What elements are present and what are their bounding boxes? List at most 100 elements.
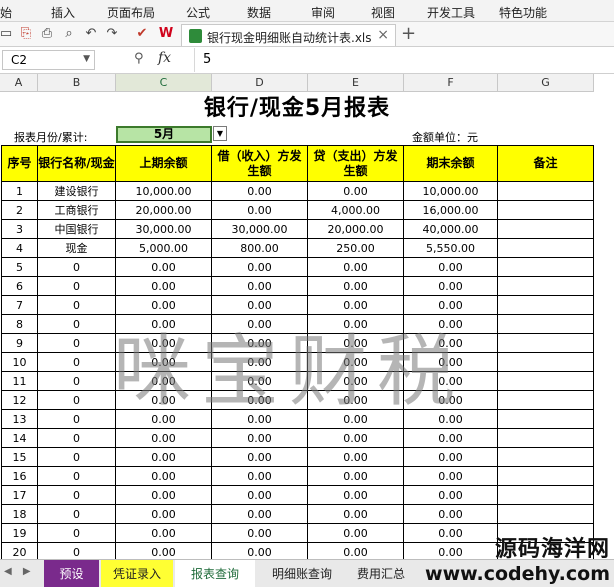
table-cell[interactable]: 20,000.00 [308,220,404,239]
table-cell[interactable]: 0.00 [308,296,404,315]
table-cell[interactable]: 800.00 [212,239,308,258]
table-cell[interactable]: 0.00 [308,505,404,524]
sheet-tab[interactable]: 预设 [44,560,99,587]
table-cell[interactable]: 建设银行 [38,182,116,201]
note-cell[interactable] [498,467,594,486]
table-cell[interactable]: 0.00 [308,486,404,505]
table-cell[interactable]: 0 [38,524,116,543]
table-cell[interactable]: 0.00 [308,467,404,486]
table-cell[interactable]: 4,000.00 [308,201,404,220]
table-cell[interactable]: 6 [1,277,38,296]
table-cell[interactable]: 0.00 [212,505,308,524]
table-cell[interactable]: 0.00 [404,296,498,315]
table-cell[interactable]: 0.00 [116,410,212,429]
table-cell[interactable]: 0 [38,372,116,391]
wps-logo-icon[interactable]: W [158,26,174,42]
table-cell[interactable]: 0.00 [212,277,308,296]
table-cell[interactable]: 现金 [38,239,116,258]
note-cell[interactable] [498,220,594,239]
table-cell[interactable]: 0.00 [116,296,212,315]
header-cell[interactable]: 贷（支出）方发生额 [308,145,404,182]
sheet-tab[interactable]: 报表查询 [175,560,255,587]
table-cell[interactable]: 0.00 [404,258,498,277]
tab-nav-arrows-icon[interactable]: ◀ ▶ [4,566,35,577]
table-cell[interactable]: 0.00 [308,277,404,296]
table-cell[interactable]: 0.00 [212,410,308,429]
table-cell[interactable]: 40,000.00 [404,220,498,239]
header-cell[interactable]: 备注 [498,145,594,182]
table-cell[interactable]: 0.00 [212,372,308,391]
table-cell[interactable]: 0.00 [116,448,212,467]
table-cell[interactable]: 0.00 [116,315,212,334]
table-cell[interactable]: 中国银行 [38,220,116,239]
table-cell[interactable]: 15 [1,448,38,467]
table-cell[interactable]: 5,000.00 [116,239,212,258]
table-cell[interactable]: 13 [1,410,38,429]
table-cell[interactable]: 3 [1,220,38,239]
table-cell[interactable]: 0 [38,410,116,429]
table-cell[interactable]: 0.00 [212,353,308,372]
note-cell[interactable] [498,334,594,353]
table-cell[interactable]: 0.00 [308,543,404,559]
table-cell[interactable]: 0.00 [308,372,404,391]
note-cell[interactable] [498,505,594,524]
table-cell[interactable]: 0.00 [116,372,212,391]
menu-data[interactable]: 数据 [247,4,271,21]
column-header-d[interactable]: D [212,74,308,92]
table-cell[interactable]: 0.00 [212,448,308,467]
table-cell[interactable]: 0.00 [404,524,498,543]
menu-formulas[interactable]: 公式 [186,4,210,21]
print-icon[interactable]: ⎙ [39,26,55,42]
table-cell[interactable]: 16,000.00 [404,201,498,220]
close-tab-icon[interactable]: × [377,27,389,43]
table-cell[interactable]: 0 [38,448,116,467]
print-preview-icon[interactable]: ⌕ [61,26,77,42]
name-box[interactable]: C2 ▼ [2,50,95,70]
sheet-tab[interactable]: 明细账查询 [257,560,347,587]
table-cell[interactable]: 0.00 [404,334,498,353]
table-cell[interactable]: 5 [1,258,38,277]
table-cell[interactable]: 0 [38,315,116,334]
table-cell[interactable]: 0.00 [308,353,404,372]
save-icon[interactable]: ▭ [0,26,14,42]
table-cell[interactable]: 30,000.00 [116,220,212,239]
table-cell[interactable]: 20,000.00 [116,201,212,220]
table-cell[interactable]: 0 [38,429,116,448]
table-cell[interactable]: 0.00 [404,543,498,559]
table-cell[interactable]: 0.00 [116,277,212,296]
table-cell[interactable]: 18 [1,505,38,524]
header-cell[interactable]: 借（收入）方发生额 [212,145,308,182]
table-cell[interactable]: 0.00 [212,182,308,201]
table-cell[interactable]: 10,000.00 [116,182,212,201]
worksheet[interactable]: A B C D E F G 银行/现金5月报表 报表月份/累计: 5月 ▼ 金额… [0,74,614,559]
table-cell[interactable]: 0 [38,353,116,372]
table-cell[interactable]: 20 [1,543,38,559]
note-cell[interactable] [498,486,594,505]
formula-input[interactable]: 5 [194,48,612,72]
export-pdf-icon[interactable]: ⎘ [18,26,34,42]
table-cell[interactable]: 0.00 [116,258,212,277]
table-cell[interactable]: 0.00 [212,524,308,543]
table-cell[interactable]: 0.00 [212,467,308,486]
note-cell[interactable] [498,524,594,543]
table-cell[interactable]: 10,000.00 [404,182,498,201]
month-dropdown-icon[interactable]: ▼ [213,126,227,141]
table-cell[interactable]: 0 [38,543,116,559]
table-cell[interactable]: 0.00 [404,505,498,524]
menu-page-layout[interactable]: 页面布局 [107,4,155,21]
table-cell[interactable]: 14 [1,429,38,448]
table-cell[interactable]: 0.00 [116,391,212,410]
note-cell[interactable] [498,543,594,559]
column-header-f[interactable]: F [404,74,498,92]
table-cell[interactable]: 12 [1,391,38,410]
menu-home[interactable]: 始 [0,4,12,21]
note-cell[interactable] [498,201,594,220]
table-cell[interactable]: 0.00 [308,391,404,410]
undo-icon[interactable]: ↶ [83,26,99,42]
table-cell[interactable]: 0.00 [212,486,308,505]
table-cell[interactable]: 0.00 [116,467,212,486]
table-cell[interactable]: 0.00 [308,315,404,334]
table-cell[interactable]: 0.00 [404,410,498,429]
menu-insert[interactable]: 插入 [51,4,75,21]
function-icon[interactable]: fx [158,50,171,66]
